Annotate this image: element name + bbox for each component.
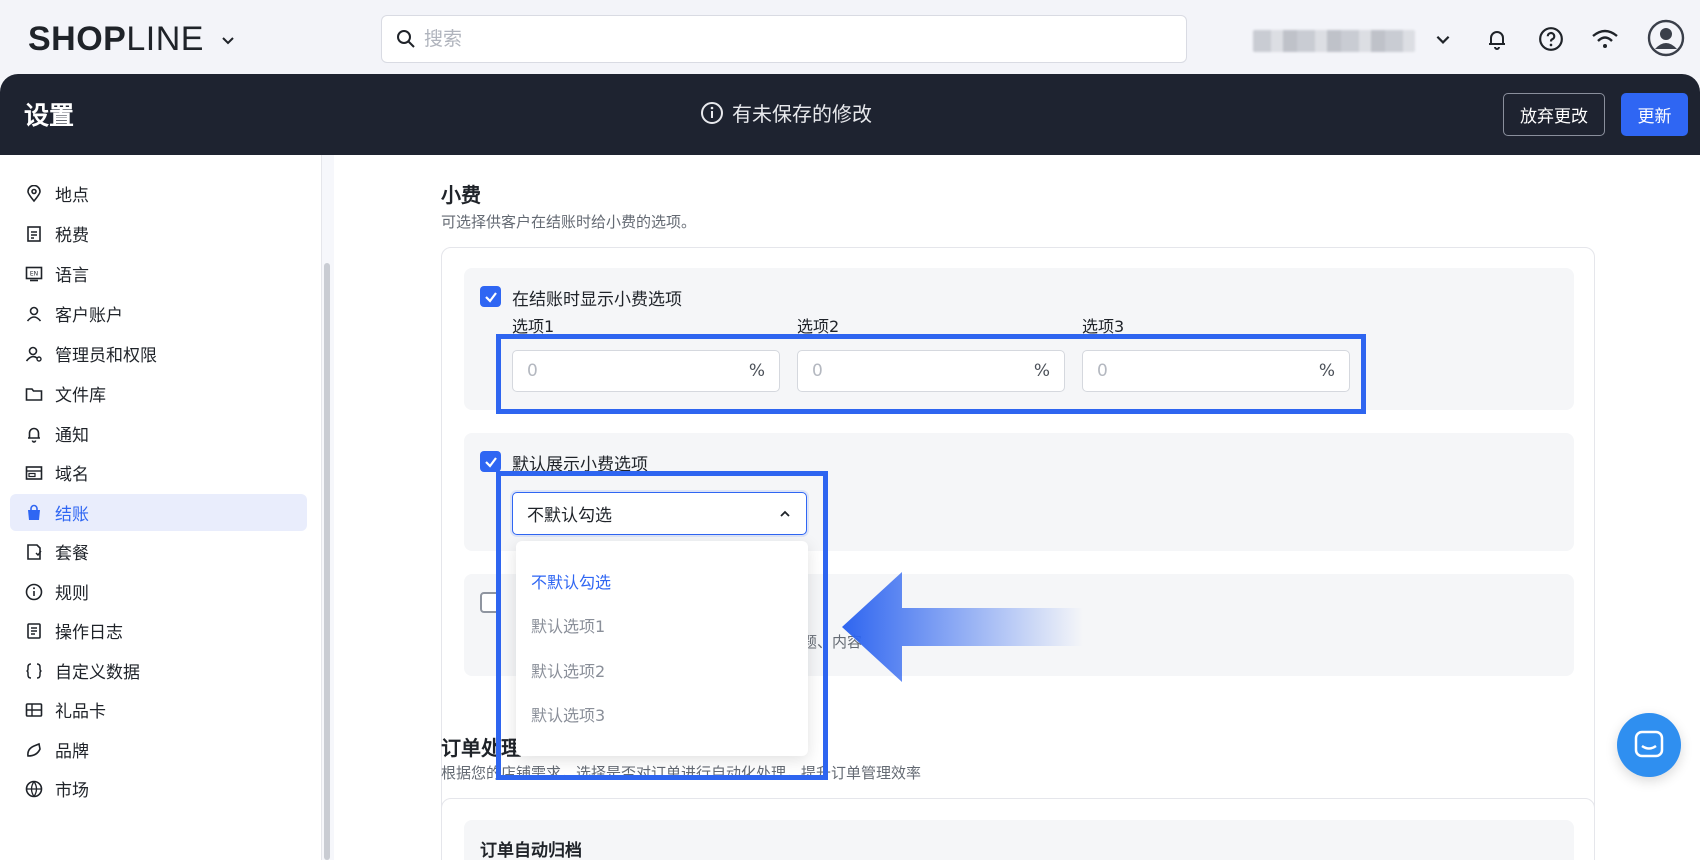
sidebar-item-label: 市场 [55,781,89,801]
custom-data-icon [26,662,42,679]
sidebar-item-plans[interactable]: 套餐 [10,533,307,570]
svg-text:EN: EN [30,270,38,277]
settings-header: 设置 有未保存的修改 放弃更改 更新 [0,74,1700,155]
language-icon: EN [25,266,43,281]
user-icon [26,306,42,322]
bell-icon[interactable] [1480,22,1514,56]
sidebar-item-language[interactable]: EN 语言 [10,255,307,292]
update-button[interactable]: 更新 [1621,93,1688,136]
sidebar-item-file-library[interactable]: 文件库 [10,375,307,412]
sidebar-item-label: 域名 [55,465,89,485]
highlight-box-options [496,334,1366,414]
sidebar-item-admin-permissions[interactable]: 管理员和权限 [10,335,307,372]
logo-bold: SHOP [28,20,127,58]
sidebar-scrollbar[interactable] [324,263,330,860]
settings-sidebar: 地点 税费 EN 语言 客户账户 管理员和权限 文件库 通知 域名 结账 套餐 … [0,155,322,860]
top-bar: SHOP LINE [0,0,1700,78]
chat-support-button[interactable] [1617,713,1681,777]
sidebar-item-notifications[interactable]: 通知 [10,415,307,452]
sidebar-item-label: 礼品卡 [55,702,106,722]
show-tips-label: 在结账时显示小费选项 [512,290,682,310]
sidebar-item-label: 结账 [55,505,89,525]
logo-light: LINE [126,20,204,58]
sidebar-item-label: 地点 [55,186,89,206]
avatar-icon[interactable] [1646,18,1686,58]
domain-icon [25,465,43,480]
page-title: 设置 [24,101,75,130]
default-tips-checkbox[interactable] [480,451,501,472]
sidebar-item-label: 规则 [55,584,89,604]
tips-section-title: 小费 [441,183,481,207]
sidebar-item-label: 自定义数据 [55,663,140,683]
shopline-logo[interactable]: SHOP LINE [28,20,236,59]
check-icon [484,456,497,468]
plan-icon [27,543,42,560]
sidebar-item-custom-data[interactable]: 自定义数据 [10,652,307,689]
info-icon [701,101,723,124]
sidebar-item-domains[interactable]: 域名 [10,454,307,491]
help-icon[interactable] [1534,22,1568,56]
sidebar-item-activity-log[interactable]: 操作日志 [10,612,307,649]
sidebar-item-label: 税费 [55,226,89,246]
chevron-down-icon[interactable] [1426,22,1460,56]
sidebar-item-tax[interactable]: 税费 [10,215,307,252]
search-box[interactable] [381,15,1187,63]
sidebar-item-gift-cards[interactable]: 礼品卡 [10,691,307,728]
gift-card-icon [25,702,43,717]
location-pin-icon [27,184,41,202]
sidebar-item-markets[interactable]: 市场 [10,770,307,807]
sidebar-item-label: 品牌 [55,742,89,762]
auto-archive-label: 订单自动归档 [480,841,582,860]
tax-icon [27,225,41,242]
search-icon [397,30,415,48]
auto-archive-panel: 订单自动归档 [464,820,1574,860]
sidebar-item-label: 管理员和权限 [55,346,157,366]
check-icon [484,291,497,303]
store-name-blurred[interactable] [1253,30,1415,52]
tips-section-description: 可选择供客户在结账时给小费的选项。 [441,213,697,231]
highlight-box-dropdown [496,471,828,780]
sidebar-item-label: 套餐 [55,544,89,564]
chevron-down-icon[interactable] [220,32,236,48]
log-icon [27,622,41,639]
bell-icon [28,427,40,443]
unsaved-notice: 有未保存的修改 [700,98,872,127]
sidebar-item-rules[interactable]: 规则 [10,573,307,610]
sidebar-item-label: 文件库 [55,386,106,406]
info-icon [25,583,43,600]
sidebar-item-customer-accounts[interactable]: 客户账户 [10,295,307,332]
brand-icon [27,742,41,757]
sidebar-item-brand[interactable]: 品牌 [10,731,307,768]
globe-icon [25,780,43,797]
search-input[interactable] [424,28,1124,50]
sidebar-item-location[interactable]: 地点 [10,175,307,212]
shopping-bag-icon [28,504,40,520]
chat-icon [1634,730,1664,758]
sidebar-item-label: 通知 [55,426,89,446]
sidebar-item-label: 操作日志 [55,623,123,643]
sidebar-item-label: 客户账户 [55,306,123,326]
discard-changes-button[interactable]: 放弃更改 [1503,93,1605,136]
wifi-icon[interactable] [1588,22,1622,56]
show-tips-checkbox[interactable] [480,286,501,307]
folder-icon [25,387,43,401]
admin-icon [25,346,42,362]
unsaved-text: 有未保存的修改 [732,102,872,126]
sidebar-item-checkout[interactable]: 结账 [10,494,307,531]
arrow-annotation-icon [842,572,1083,682]
sidebar-item-label: 语言 [55,266,89,286]
